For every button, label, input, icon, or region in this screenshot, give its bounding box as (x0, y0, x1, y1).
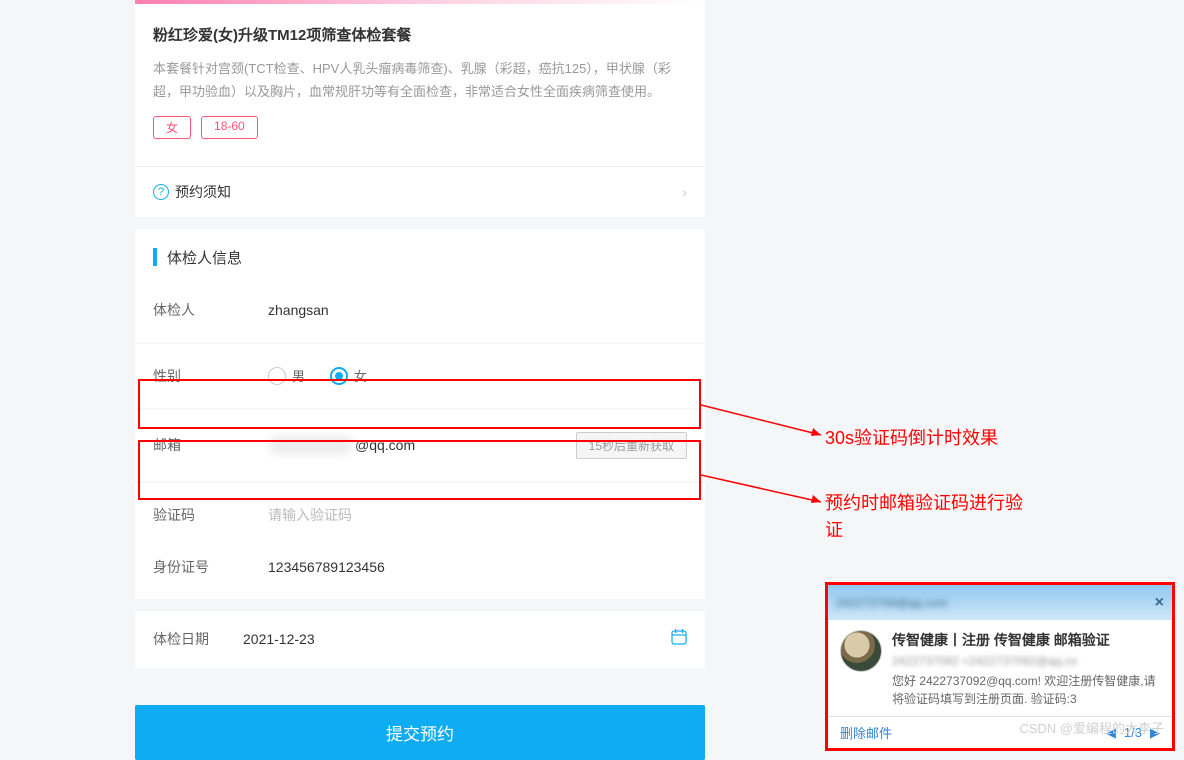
delete-mail-link[interactable]: 删除邮件 (840, 723, 892, 742)
email-label: 邮箱 (153, 435, 268, 455)
help-icon: ? (153, 184, 169, 200)
radio-male-label: 男 (292, 366, 305, 385)
code-input[interactable]: 请输入验证码 (268, 505, 687, 525)
section-header: 体检人信息 (135, 229, 705, 278)
annotation-arrow-1 (701, 400, 826, 440)
avatar (840, 630, 882, 672)
package-description: 本套餐针对宫颈(TCT检查、HPV人乳头瘤病毒筛查)、乳腺（彩超，癌抗125），… (153, 57, 687, 104)
id-value: 123456789123456 (268, 559, 687, 575)
date-row[interactable]: 体检日期 2021-12-23 (135, 611, 705, 668)
email-row: 邮箱 @qq.com 15秒后重新获取 (135, 409, 705, 481)
annotation-text-2: 预约时邮箱验证码进行验证 (825, 490, 1025, 544)
booking-notice-row[interactable]: ? 预约须知 › (135, 166, 705, 217)
code-label: 验证码 (153, 505, 268, 525)
radio-female[interactable]: 女 (330, 366, 367, 385)
notice-label: 预约须知 (175, 182, 231, 202)
radio-female-label: 女 (354, 366, 367, 385)
watermark: CSDN @爱编程的大李子 (1019, 718, 1164, 737)
name-label: 体检人 (153, 300, 268, 320)
section-accent (153, 248, 157, 266)
radio-icon-selected (330, 367, 348, 385)
calendar-icon (671, 629, 687, 650)
annotation-arrow-2 (701, 470, 826, 510)
submit-button[interactable]: 提交预约 (135, 705, 705, 760)
package-tags: 女 18-60 (153, 116, 687, 139)
id-label: 身份证号 (153, 557, 268, 577)
name-row: 体检人 zhangsan (135, 278, 705, 342)
email-suffix: @qq.com (355, 437, 415, 453)
package-info: 粉红珍爱(女)升级TM12项筛查体检套餐 本套餐针对宫颈(TCT检查、HPV人乳… (135, 4, 705, 154)
tag-age: 18-60 (201, 116, 258, 139)
booking-form: 粉红珍爱(女)升级TM12项筛查体检套餐 本套餐针对宫颈(TCT检查、HPV人乳… (135, 0, 705, 668)
gender-row: 性别 男 女 (135, 343, 705, 408)
package-title: 粉红珍爱(女)升级TM12项筛查体检套餐 (153, 24, 687, 45)
countdown-button[interactable]: 15秒后重新获取 (576, 432, 687, 459)
email-masked (268, 435, 353, 455)
radio-icon (268, 367, 286, 385)
popup-header-email: 242273709@qq.com (836, 596, 948, 610)
popup-body-text: 您好 2422737092@qq.com! 欢迎注册传智健康,请将验证码填写到注… (892, 672, 1160, 708)
name-value: zhangsan (268, 302, 687, 318)
code-row: 验证码 请输入验证码 (135, 482, 705, 547)
chevron-right-icon: › (682, 184, 687, 200)
tag-gender: 女 (153, 116, 191, 139)
id-row: 身份证号 123456789123456 (135, 547, 705, 599)
close-icon[interactable]: × (1155, 594, 1164, 612)
date-label: 体检日期 (153, 629, 243, 649)
date-value: 2021-12-23 (243, 631, 315, 647)
popup-title: 传智健康丨注册 传智健康 邮箱验证 (892, 630, 1160, 650)
gender-label: 性别 (153, 366, 268, 386)
annotation-text-1: 30s验证码倒计时效果 (825, 425, 998, 452)
radio-male[interactable]: 男 (268, 366, 305, 385)
popup-sender: 2422737092 <2422737092@qq.co (892, 654, 1160, 668)
section-title: 体检人信息 (167, 247, 242, 268)
